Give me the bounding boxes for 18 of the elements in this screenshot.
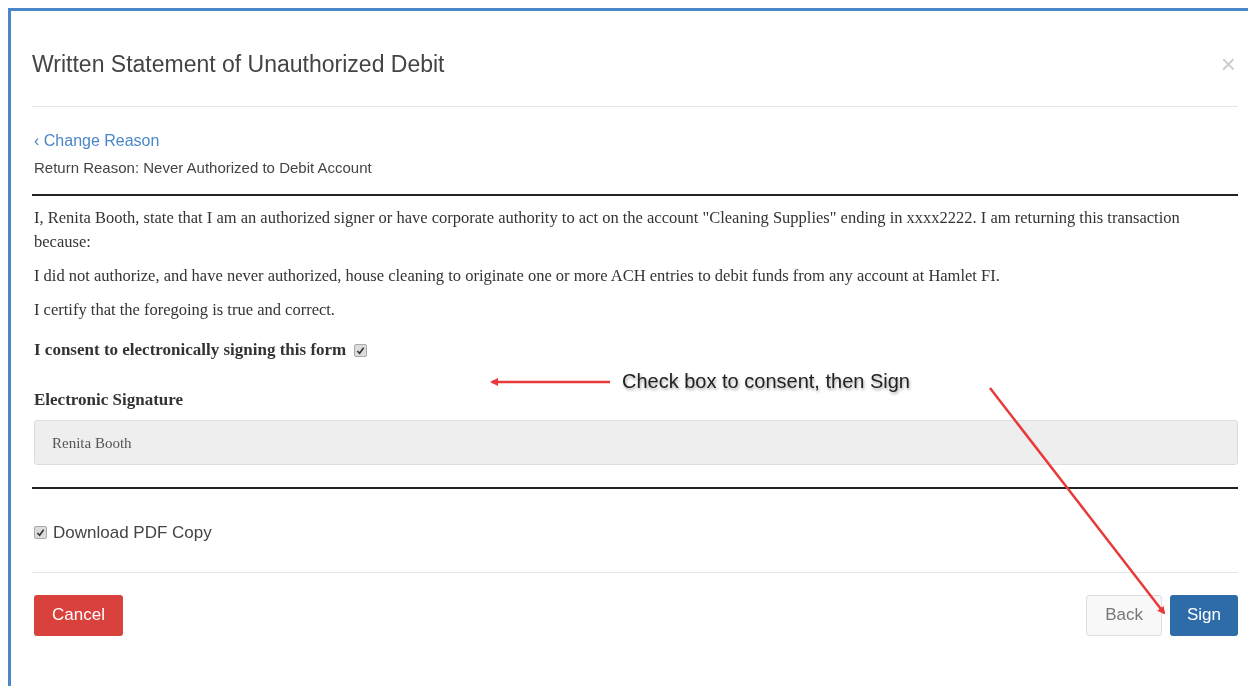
download-label: Download PDF Copy [53,522,212,544]
checkmark-icon [36,528,45,538]
consent-checkbox[interactable] [354,343,368,357]
sign-button[interactable]: Sign [1169,594,1238,636]
statement-paragraph: I did not authorize, and have never authorized, house cleaning to originate one or more ACH entries to debit funds from any account at Hamlet FI. [34,265,1001,287]
annotation-text: Check box to consent, then Sign [622,369,910,394]
signature-label: Electronic Signature [34,389,185,411]
back-button[interactable]: Back [1086,594,1162,636]
statement-paragraph: I, Renita Booth, state that I am an authorized signer or have corporate authority to act on the account "Cleaning Supplies" ending in xxxx2222. I am returning this transaction because: [34,207,1181,253]
statement-paragraph: I certify that the foregoing is true and correct. [34,299,336,321]
download-checkbox[interactable] [34,526,47,540]
return-reason: Return Reason: Never Authorized to Debit Account [34,157,373,178]
consent-label: I consent to electronically signing this form [34,339,347,361]
checkmark-icon [356,345,366,355]
change-reason-link[interactable]: ‹ Change Reason [34,128,160,153]
cancel-button[interactable]: Cancel [34,594,123,636]
dialog-title: Written Statement of Unauthorized Debit [32,50,445,79]
signature-field[interactable]: Renita Booth [34,420,1238,465]
